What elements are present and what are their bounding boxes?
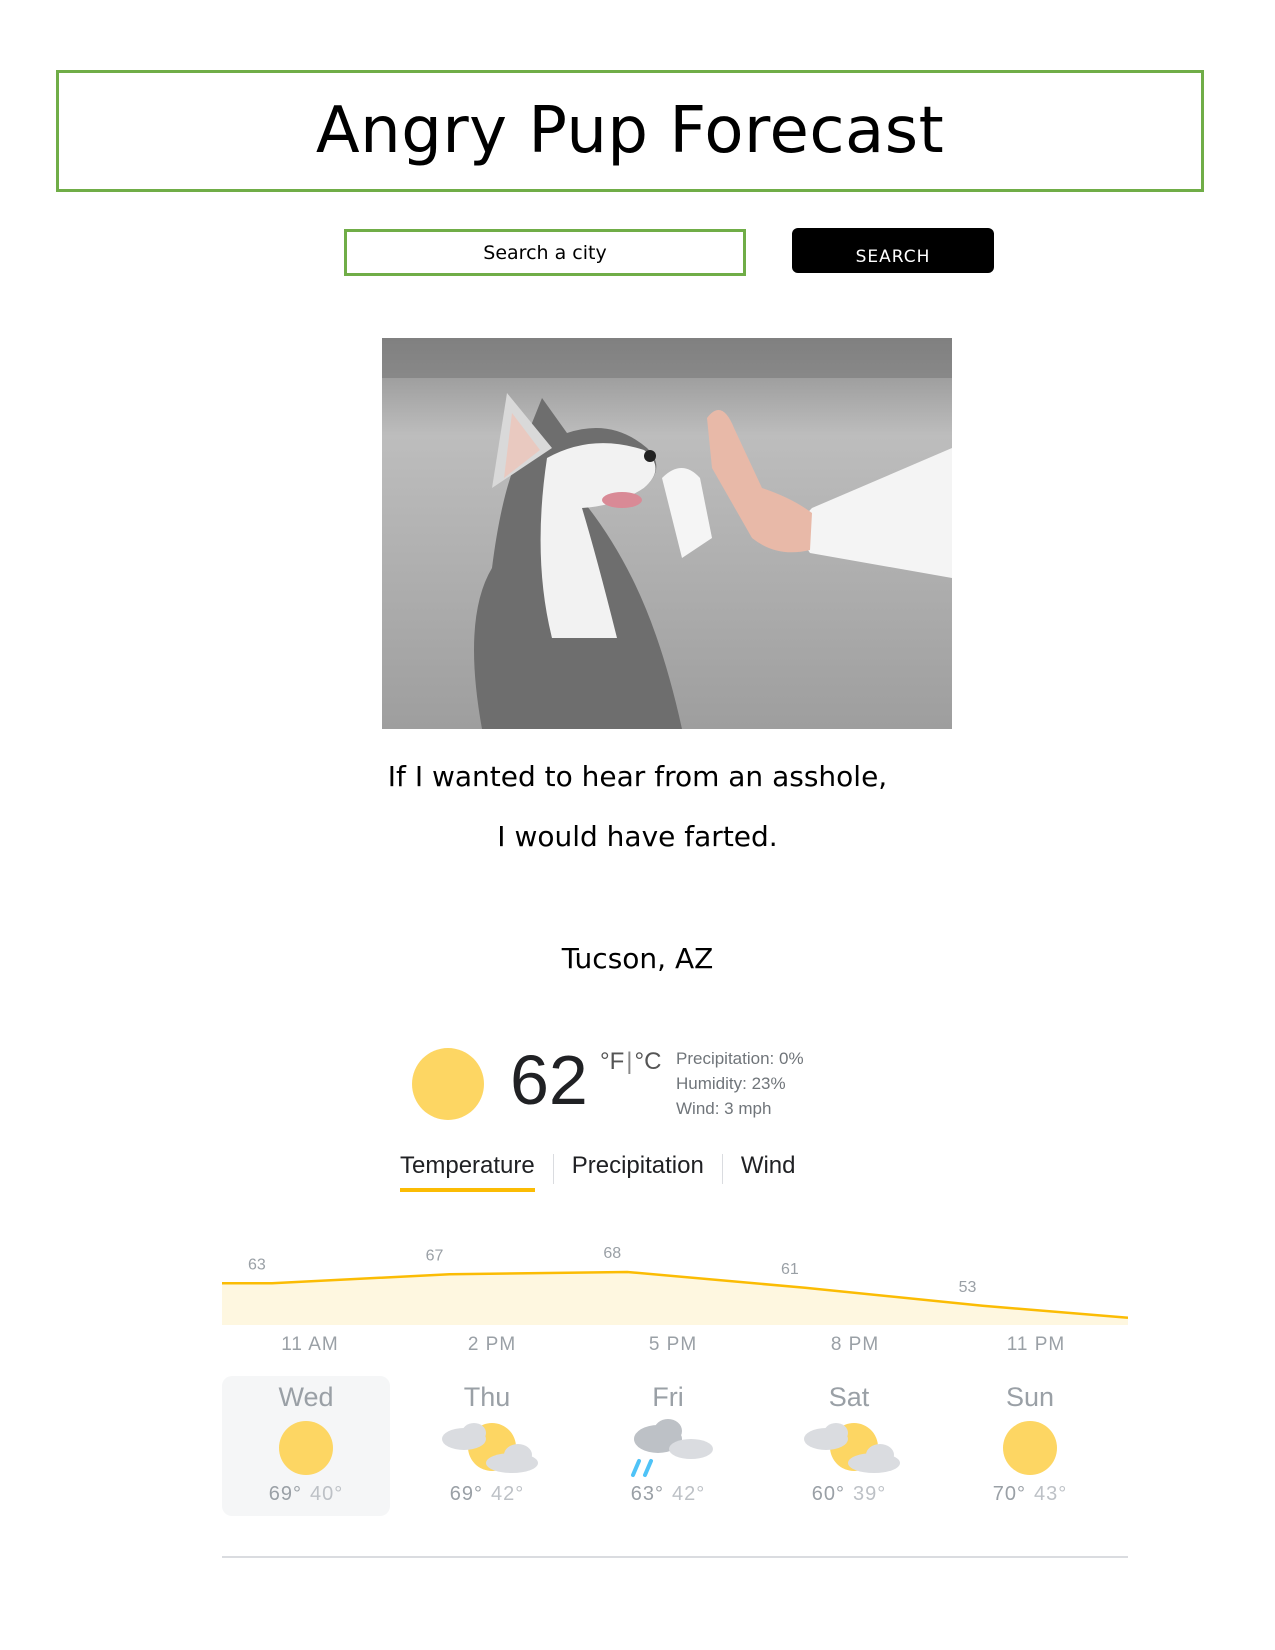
- day-temperatures: 69° 40°: [222, 1483, 390, 1506]
- sun-icon: [412, 1048, 484, 1120]
- quote-line-2: I would have farted.: [497, 820, 778, 853]
- low-temperature: 40°: [310, 1483, 344, 1505]
- tab-divider: [552, 1154, 554, 1184]
- rain-cloud-icon: [613, 1417, 723, 1479]
- day-name: Fri: [652, 1382, 684, 1412]
- day-temperatures: 70° 43°: [946, 1483, 1114, 1506]
- sun-icon: [975, 1417, 1085, 1479]
- temperature-data-label: 67: [426, 1247, 444, 1264]
- day-name: Wed: [278, 1382, 334, 1412]
- partly-cloudy-icon: [432, 1417, 542, 1479]
- header-banner: Angry Pup Forecast: [56, 70, 1204, 192]
- high-temperature: 63°: [630, 1483, 664, 1505]
- unit-separator: |: [626, 1048, 633, 1075]
- forecast-day-sat[interactable]: Sat 60° 39°: [765, 1376, 933, 1516]
- quote-line-1: If I wanted to hear from an asshole,: [387, 760, 888, 793]
- location-name: Tucson, AZ: [561, 942, 714, 975]
- search-button[interactable]: SEARCH: [792, 228, 994, 273]
- forecast-day-thu[interactable]: Thu 69° 42°: [403, 1376, 571, 1516]
- day-name: Thu: [463, 1382, 511, 1412]
- low-temperature: 42°: [491, 1483, 525, 1505]
- husky-puppy-photo: [382, 338, 952, 729]
- tab-wind[interactable]: Wind: [741, 1152, 796, 1192]
- time-tick-label: 2 PM: [467, 1334, 517, 1355]
- temperature-data-label: 61: [781, 1261, 799, 1278]
- low-temperature: 39°: [853, 1483, 887, 1505]
- weather-details: Precipitation: 0% Humidity: 23% Wind: 3 …: [676, 1046, 804, 1121]
- wind-value: Wind: 3 mph: [676, 1099, 772, 1118]
- high-temperature: 69°: [268, 1483, 302, 1505]
- temperature-data-label: 53: [959, 1279, 977, 1296]
- temperature-data-label: 63: [248, 1256, 266, 1273]
- daily-forecast: Wed 69° 40° Thu 69° 42° Fri 63° 42° Sat 60° 39° Sun 7…: [222, 1376, 1128, 1516]
- tab-divider: [721, 1154, 723, 1184]
- forecast-day-sun[interactable]: Sun 70° 43°: [946, 1376, 1114, 1516]
- time-tick-label: 8 PM: [830, 1334, 880, 1355]
- sun-icon: [251, 1417, 361, 1479]
- forecast-day-wed[interactable]: Wed 69° 40°: [222, 1376, 390, 1516]
- celsius-toggle[interactable]: °C: [635, 1048, 662, 1075]
- time-axis: 11 AM 2 PM 5 PM 8 PM 11 PM: [222, 1334, 1128, 1364]
- partly-cloudy-icon: [794, 1417, 904, 1479]
- time-tick-label: 11 PM: [1006, 1334, 1066, 1355]
- low-temperature: 42°: [672, 1483, 706, 1505]
- day-name: Sat: [828, 1382, 870, 1412]
- humidity-value: Humidity: 23%: [676, 1074, 786, 1093]
- tab-temperature[interactable]: Temperature: [400, 1152, 535, 1192]
- day-temperatures: 69° 42°: [403, 1483, 571, 1506]
- tab-precipitation[interactable]: Precipitation: [572, 1152, 704, 1192]
- high-temperature: 69°: [449, 1483, 483, 1505]
- high-temperature: 60°: [811, 1483, 845, 1505]
- current-temperature: 62: [510, 1041, 588, 1119]
- search-input[interactable]: [344, 229, 746, 276]
- chart-tabs: Temperature Precipitation Wind: [400, 1152, 796, 1192]
- page-title: Angry Pup Forecast: [315, 94, 945, 168]
- temperature-chart: 63 67 68 61 53: [222, 1245, 1128, 1325]
- precipitation-value: Precipitation: 0%: [676, 1049, 804, 1068]
- high-temperature: 70°: [992, 1483, 1026, 1505]
- divider: [222, 1556, 1128, 1558]
- time-tick-label: 11 AM: [281, 1334, 339, 1355]
- forecast-day-fri[interactable]: Fri 63° 42°: [584, 1376, 752, 1516]
- low-temperature: 43°: [1034, 1483, 1068, 1505]
- unit-toggle: °F|°C: [600, 1048, 661, 1076]
- day-temperatures: 60° 39°: [765, 1483, 933, 1506]
- fahrenheit-toggle[interactable]: °F: [600, 1048, 624, 1075]
- day-temperatures: 63° 42°: [584, 1483, 752, 1506]
- day-name: Sun: [1005, 1382, 1055, 1412]
- time-tick-label: 5 PM: [648, 1334, 698, 1355]
- temperature-data-label: 68: [603, 1245, 621, 1262]
